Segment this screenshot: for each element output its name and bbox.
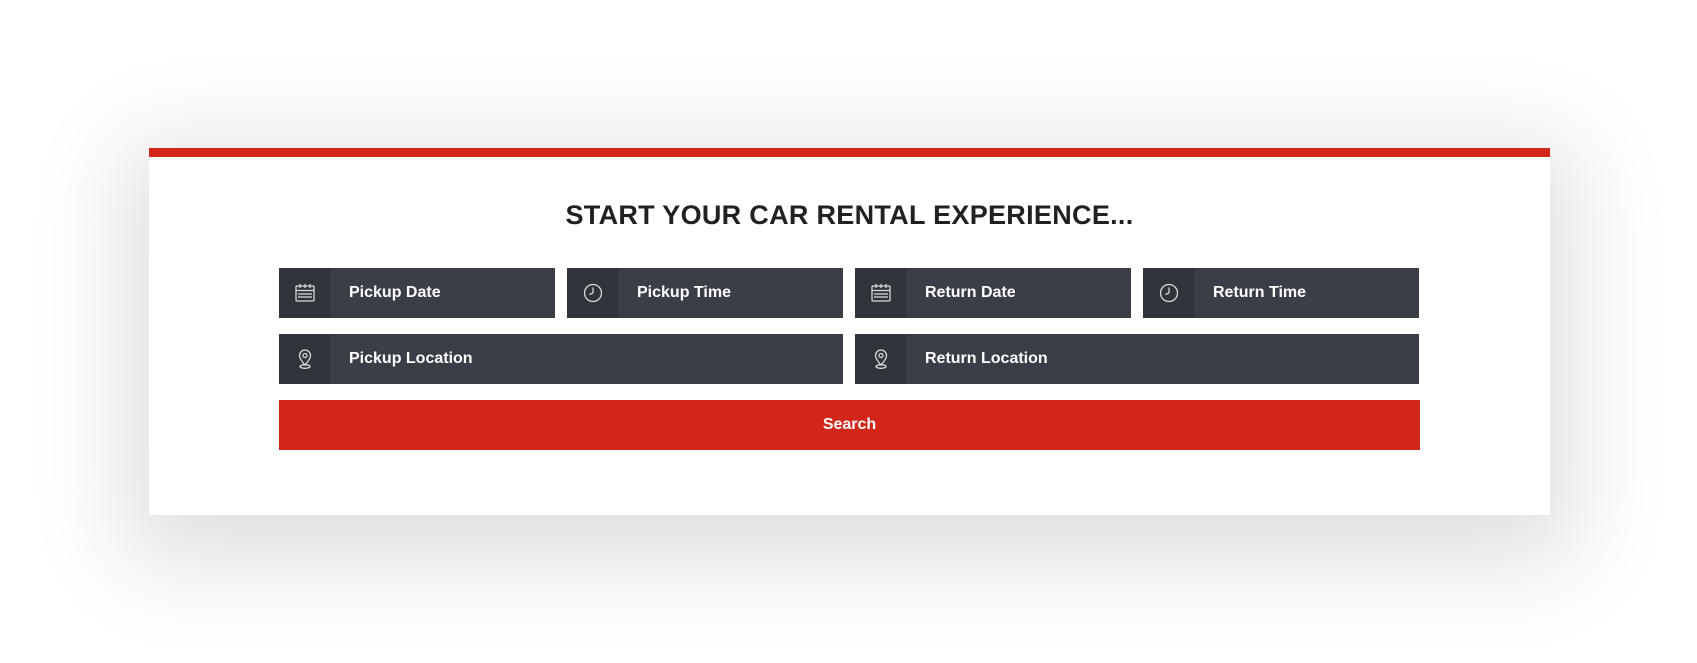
calendar-icon [855,268,906,318]
return-location-label: Return Location [925,350,1048,367]
clock-icon [1143,268,1194,318]
return-date-field[interactable]: Return Date [855,268,1131,318]
date-time-row: Pickup Date Pickup Time Return Date Retu… [279,268,1420,318]
pickup-time-field[interactable]: Pickup Time [567,268,843,318]
clock-icon [567,268,618,318]
search-button[interactable]: Search [279,400,1420,450]
pickup-location-field[interactable]: Pickup Location [279,334,843,384]
calendar-icon [279,268,330,318]
rental-search-form: Pickup Date Pickup Time Return Date Retu… [279,268,1420,450]
page-title: START YOUR CAR RENTAL EXPERIENCE... [565,200,1134,230]
return-date-label: Return Date [925,284,1016,301]
pickup-time-label: Pickup Time [637,284,731,301]
rental-search-card: START YOUR CAR RENTAL EXPERIENCE... Pick… [149,148,1550,515]
location-pin-icon [855,334,906,384]
pickup-date-field[interactable]: Pickup Date [279,268,555,318]
location-row: Pickup Location Return Location [279,334,1420,384]
pickup-date-label: Pickup Date [349,284,441,301]
location-pin-icon [279,334,330,384]
pickup-location-label: Pickup Location [349,350,473,367]
return-time-field[interactable]: Return Time [1143,268,1419,318]
return-location-field[interactable]: Return Location [855,334,1419,384]
return-time-label: Return Time [1213,284,1307,301]
